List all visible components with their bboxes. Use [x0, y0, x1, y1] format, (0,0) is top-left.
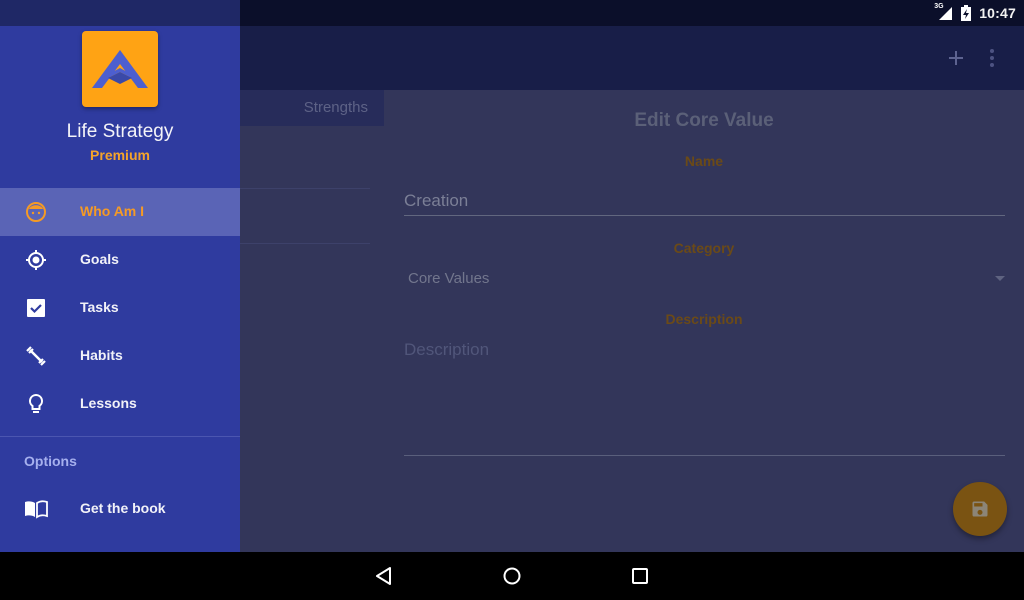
drawer-item-lessons[interactable]: Lessons	[0, 380, 240, 428]
drawer-item-label: Habits	[80, 347, 123, 363]
checkbox-icon	[27, 299, 45, 317]
home-icon[interactable]	[500, 564, 524, 588]
clock: 10:47	[979, 5, 1016, 21]
drawer-item-label: Goals	[80, 251, 119, 267]
drawer-item-partial[interactable]	[0, 533, 240, 552]
network-type-label: 3G	[934, 3, 944, 10]
battery-charging-icon	[961, 5, 972, 21]
drawer-item-tasks[interactable]: Tasks	[0, 284, 240, 332]
edit-core-value-panel: Edit Core Value Name Category Core Value…	[384, 90, 1024, 552]
status-icons: 3G 10:47	[934, 0, 1016, 26]
drawer-item-who-am-i[interactable]: Who Am I	[0, 188, 240, 236]
lightbulb-icon	[28, 393, 44, 413]
description-input[interactable]	[404, 334, 1005, 456]
tab-strengths[interactable]: Strengths	[304, 99, 368, 116]
app-logo	[82, 31, 158, 107]
premium-badge: Premium	[90, 147, 150, 163]
name-input[interactable]	[404, 186, 1005, 216]
drawer-item-label: Get the book	[80, 500, 166, 516]
book-icon	[25, 500, 48, 519]
category-label: Category	[673, 240, 735, 256]
plus-icon[interactable]	[944, 46, 968, 70]
save-icon	[972, 501, 988, 517]
dumbbell-icon	[26, 346, 46, 366]
drawer-item-goals[interactable]: Goals	[0, 236, 240, 284]
category-value: Core Values	[408, 270, 490, 287]
app-name: Life Strategy	[66, 121, 174, 142]
partial-icon	[24, 545, 48, 552]
description-label: Description	[665, 311, 743, 327]
signal-3g-icon: 3G	[934, 3, 953, 21]
face-icon	[26, 202, 46, 222]
drawer-divider	[0, 436, 240, 437]
drawer-item-label: Who Am I	[80, 203, 145, 219]
system-navigation-bar	[0, 552, 1024, 600]
recents-icon[interactable]	[628, 564, 652, 588]
drawer-status-strip	[0, 0, 240, 26]
category-select[interactable]: Core Values	[404, 266, 1005, 294]
target-icon	[26, 250, 46, 270]
drawer-header: Life Strategy Premium	[0, 26, 240, 188]
drawer-item-label: Tasks	[80, 299, 119, 315]
drawer-item-habits[interactable]: Habits	[0, 332, 240, 380]
drawer-item-get-the-book[interactable]: Get the book	[0, 485, 240, 533]
options-section-header: Options	[24, 453, 77, 469]
more-vertical-icon[interactable]	[980, 46, 1004, 70]
name-label: Name	[684, 153, 724, 169]
edit-title: Edit Core Value	[634, 110, 774, 131]
drawer-item-label: Lessons	[80, 395, 137, 411]
save-button[interactable]	[953, 482, 1007, 536]
navigation-drawer: Life Strategy Premium Who Am I Goals Tas…	[0, 0, 240, 552]
back-icon[interactable]	[372, 564, 396, 588]
dropdown-arrow-icon	[995, 276, 1005, 281]
app-logo-icon	[92, 50, 148, 88]
